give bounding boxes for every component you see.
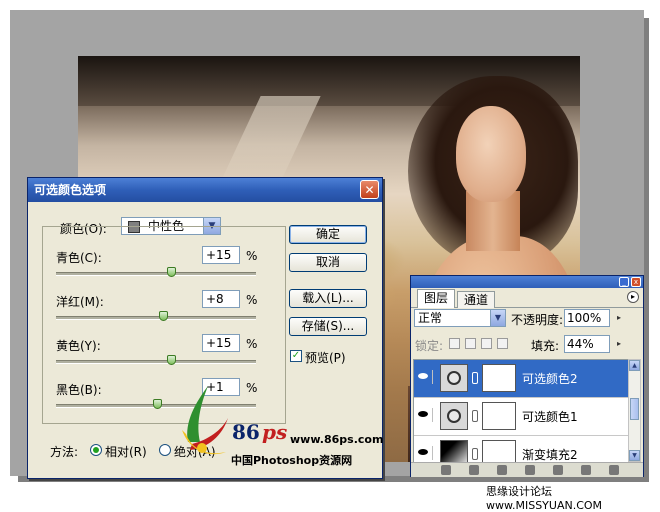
- new-adjustment-icon[interactable]: [525, 465, 535, 475]
- preview-label: 预览(P): [305, 351, 346, 365]
- layer-mask-thumbnail[interactable]: [482, 402, 516, 430]
- check-icon: ✓: [291, 350, 301, 361]
- adjustment-layer-icon: [440, 364, 468, 392]
- lock-label: 锁定:: [415, 339, 444, 353]
- save-button[interactable]: 存储(S)...: [289, 317, 367, 336]
- blend-mode-select[interactable]: 正常 ▼: [414, 309, 506, 327]
- dialog-title: 可选颜色选项: [34, 183, 107, 197]
- opacity-arrow-icon[interactable]: ▸: [613, 310, 625, 326]
- lock-paint-icon[interactable]: [465, 338, 476, 349]
- visibility-eye-icon[interactable]: [416, 446, 433, 460]
- link-layers-icon[interactable]: [441, 465, 451, 475]
- new-layer-icon[interactable]: [581, 465, 591, 475]
- link-chain-icon: [472, 372, 478, 384]
- tab-layers[interactable]: 图层: [417, 289, 456, 308]
- close-icon[interactable]: x: [631, 277, 641, 287]
- link-chain-icon: [472, 410, 478, 422]
- magenta-label: 洋红(M):: [56, 295, 104, 309]
- visibility-eye-icon[interactable]: [416, 370, 433, 384]
- blend-mode-value: 正常: [418, 311, 443, 325]
- layer-row[interactable]: 渐变填充2: [414, 436, 628, 463]
- ok-button[interactable]: 确定: [289, 225, 367, 244]
- close-icon: ✕: [364, 183, 375, 197]
- close-button[interactable]: ✕: [360, 180, 379, 199]
- layer-row[interactable]: 可选颜色1: [414, 398, 628, 436]
- yellow-label: 黄色(Y):: [56, 339, 101, 353]
- relative-label: 相对(R): [105, 445, 147, 459]
- new-group-icon[interactable]: [553, 465, 563, 475]
- method-label: 方法:: [50, 445, 79, 459]
- watermark-86: 86: [232, 420, 260, 444]
- layer-style-icon[interactable]: [469, 465, 479, 475]
- gradient-fill-icon: [440, 440, 468, 463]
- watermark-site-name: 中国Photoshop资源网: [231, 454, 353, 467]
- layers-panel: _ x 图层 通道 ▸ 正常 ▼ 不透明度: 100% ▸ 锁定: 填充: 44…: [410, 275, 644, 477]
- site-logo-icon: [182, 386, 228, 455]
- opacity-value: 100%: [567, 311, 602, 325]
- magenta-input[interactable]: +8: [202, 290, 240, 308]
- cyan-input[interactable]: +15: [202, 246, 240, 264]
- layers-panel-titlebar[interactable]: _ x: [411, 276, 643, 288]
- chevron-down-icon: ▼: [490, 310, 505, 326]
- opacity-input[interactable]: 100% ▸: [564, 309, 621, 327]
- layers-footer: [411, 462, 643, 477]
- forum-watermark: 思缘设计论坛 www.MISSYUAN.COM: [486, 485, 603, 512]
- adjustment-layer-icon: [440, 402, 468, 430]
- minimize-icon[interactable]: _: [619, 277, 629, 287]
- yellow-unit: %: [246, 337, 258, 351]
- black-slider-thumb[interactable]: [153, 399, 162, 409]
- yellow-slider-thumb[interactable]: [167, 355, 176, 365]
- link-chain-icon: [472, 448, 478, 460]
- lock-transparency-icon[interactable]: [449, 338, 460, 349]
- layer-name: 可选颜色1: [522, 410, 578, 424]
- fill-arrow-icon[interactable]: ▸: [613, 336, 625, 352]
- absolute-radio[interactable]: [159, 444, 171, 456]
- scroll-up-icon[interactable]: ▲: [629, 360, 640, 371]
- fill-input[interactable]: 44% ▸: [564, 335, 621, 353]
- black-unit: %: [246, 381, 258, 395]
- layers-list: 可选颜色2 可选颜色1 渐变填充2: [413, 359, 629, 464]
- yellow-input[interactable]: +15: [202, 334, 240, 352]
- cyan-slider-track[interactable]: [56, 272, 256, 276]
- scroll-down-icon[interactable]: ▼: [629, 450, 640, 461]
- layer-mask-thumbnail[interactable]: [482, 440, 516, 463]
- watermark-url: www.86ps.com: [290, 433, 384, 446]
- dialog-title-bar[interactable]: 可选颜色选项 ✕: [28, 178, 382, 202]
- cancel-button[interactable]: 取消: [289, 253, 367, 272]
- tab-channels[interactable]: 通道: [457, 291, 496, 308]
- opacity-label: 不透明度:: [511, 313, 564, 327]
- layer-row[interactable]: 可选颜色2: [414, 360, 628, 398]
- frame-shadow-right: [644, 18, 649, 482]
- panel-menu-icon[interactable]: ▸: [627, 291, 639, 303]
- preview-checkbox[interactable]: ✓: [290, 350, 302, 362]
- cyan-slider-thumb[interactable]: [167, 267, 176, 277]
- layer-name: 渐变填充2: [522, 448, 578, 462]
- layers-scrollbar[interactable]: ▲ ▼: [628, 359, 641, 462]
- fill-label: 填充:: [531, 339, 560, 353]
- panel-tabs: 图层 通道 ▸: [411, 289, 643, 308]
- lock-all-icon[interactable]: [497, 338, 508, 349]
- layer-mask-thumbnail[interactable]: [482, 364, 516, 392]
- scroll-thumb[interactable]: [630, 398, 639, 420]
- yellow-slider-track[interactable]: [56, 360, 256, 364]
- cyan-unit: %: [246, 249, 258, 263]
- add-mask-icon[interactable]: [497, 465, 507, 475]
- magenta-slider-track[interactable]: [56, 316, 256, 320]
- relative-radio[interactable]: [90, 444, 102, 456]
- load-button[interactable]: 载入(L)...: [289, 289, 367, 308]
- lock-move-icon[interactable]: [481, 338, 492, 349]
- layer-name: 可选颜色2: [522, 372, 578, 386]
- black-label: 黑色(B):: [56, 383, 102, 397]
- delete-layer-icon[interactable]: [609, 465, 619, 475]
- cyan-label: 青色(C):: [56, 251, 102, 265]
- magenta-unit: %: [246, 293, 258, 307]
- fill-value: 44%: [567, 337, 594, 351]
- visibility-eye-icon[interactable]: [416, 408, 433, 422]
- watermark-ps: ps: [262, 420, 288, 444]
- magenta-slider-thumb[interactable]: [159, 311, 168, 321]
